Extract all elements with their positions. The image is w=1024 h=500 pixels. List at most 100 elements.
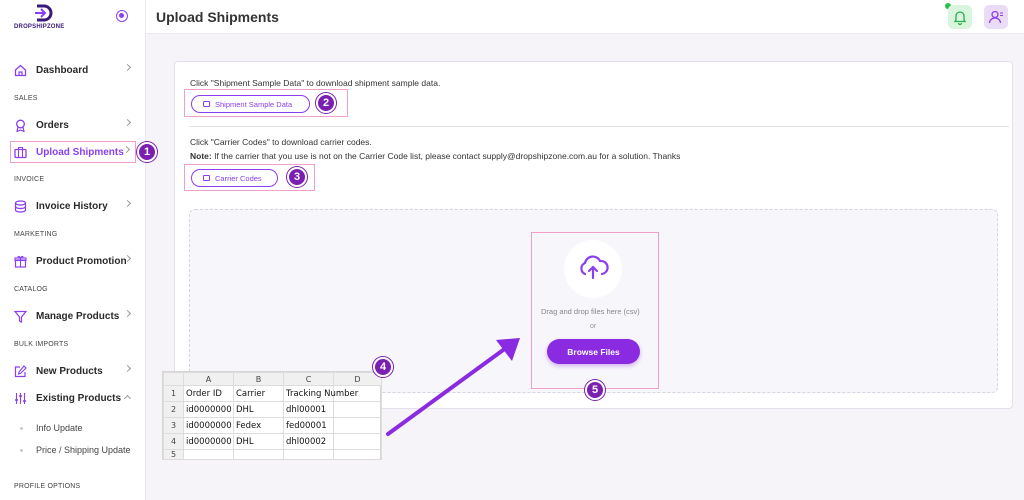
sidebar: DROPSHIPZONE Dashboard SALES Orders Uplo… <box>0 0 157 500</box>
briefcase-icon <box>14 146 27 159</box>
sidebar-item-label: Orders <box>36 119 69 131</box>
spreadsheet-example: A B C D 1 Order ID Carrier Tracking Numb… <box>162 371 382 460</box>
column-header: D <box>333 372 382 386</box>
section-label-profile-options: PROFILE OPTIONS <box>14 483 81 490</box>
chevron-right-icon <box>122 145 131 154</box>
column-header: B <box>233 372 284 386</box>
sidebar-subitem-info-update[interactable]: Info Update <box>20 423 83 433</box>
spreadsheet-cell: fed00001 <box>283 417 334 434</box>
dropzone-text: Drag and drop files here (csv) <box>541 307 640 316</box>
spreadsheet-row: 2 id0000000 DHL dhl00001 <box>163 401 382 418</box>
chevron-right-icon <box>123 199 132 208</box>
sidebar-item-existing-products[interactable]: Existing Products <box>14 388 138 408</box>
section-label-sales: SALES <box>14 95 38 102</box>
spreadsheet-row: 4 id0000000 DHL dhl00002 <box>163 433 382 450</box>
spreadsheet-cell: DHL <box>233 401 284 418</box>
carrier-note: Note: If the carrier that you use is not… <box>190 151 680 161</box>
bell-icon <box>953 11 967 26</box>
carrier-codes-button[interactable]: Carrier Codes <box>191 169 278 187</box>
step-badge-1: 1 <box>137 142 157 162</box>
cloud-upload-icon <box>580 255 609 280</box>
section-divider <box>189 126 1009 127</box>
spreadsheet-cell <box>233 449 284 460</box>
logo-icon <box>35 4 53 22</box>
database-icon <box>14 199 27 213</box>
sidebar-item-orders[interactable]: Orders <box>14 115 138 135</box>
section-label-catalog: CATALOG <box>14 286 48 293</box>
sidebar-subitem-label: Info Update <box>36 423 83 433</box>
home-icon <box>14 64 27 77</box>
step-badge-2: 2 <box>316 93 336 113</box>
row-number: 4 <box>163 433 184 450</box>
chevron-right-icon <box>123 118 132 127</box>
spreadsheet-cell: Order ID <box>183 385 234 402</box>
sidebar-item-dashboard[interactable]: Dashboard <box>14 60 138 80</box>
or-text: or <box>590 323 597 330</box>
bullet-icon <box>20 426 23 430</box>
filter-icon <box>13 310 28 323</box>
section-label-bulk-imports: BULK IMPORTS <box>14 341 69 348</box>
chevron-right-icon <box>123 63 132 72</box>
spreadsheet-cell: id0000000 <box>183 433 234 450</box>
shipment-sample-data-button[interactable]: Shipment Sample Data <box>191 95 310 113</box>
sidebar-item-label: Upload Shipments <box>36 146 124 158</box>
sidebar-item-upload-shipments[interactable]: Upload Shipments <box>10 141 136 163</box>
spreadsheet-row: 1 Order ID Carrier Tracking Number <box>163 385 382 402</box>
sidebar-item-label: Product Promotion <box>36 255 127 267</box>
spreadsheet-header-row: A B C D <box>163 372 382 386</box>
column-header: A <box>183 372 234 386</box>
sidebar-collapse-icon[interactable] <box>116 10 128 22</box>
page-title: Upload Shipments <box>156 9 279 25</box>
row-number: 1 <box>163 385 184 402</box>
step-badge-5: 5 <box>585 380 605 400</box>
sidebar-item-label: Invoice History <box>36 200 108 212</box>
row-number: 5 <box>163 449 184 460</box>
upload-icon-container <box>564 240 622 298</box>
spreadsheet-cell: Fedex <box>233 417 284 434</box>
arrow-annotation <box>386 338 520 436</box>
spreadsheet-cell: id0000000 <box>183 401 234 418</box>
spreadsheet-table: A B C D 1 Order ID Carrier Tracking Numb… <box>163 372 382 460</box>
spreadsheet-row: 3 id0000000 Fedex fed00001 <box>163 417 382 434</box>
spreadsheet-cell: dhl00001 <box>283 401 334 418</box>
spreadsheet-cell: Tracking Number <box>283 385 358 402</box>
sidebar-item-label: New Products <box>36 365 103 377</box>
logo[interactable]: DROPSHIPZONE <box>14 4 74 32</box>
spreadsheet-cell <box>333 449 382 460</box>
topbar: Upload Shipments <box>146 0 1024 34</box>
spreadsheet-cell <box>283 449 334 460</box>
browse-files-button[interactable]: Browse Files <box>547 339 640 364</box>
sidebar-item-new-products[interactable]: New Products <box>14 361 138 381</box>
user-menu-button[interactable] <box>984 5 1008 29</box>
sliders-icon <box>14 392 27 405</box>
spreadsheet-cell: dhl00002 <box>283 433 334 450</box>
notifications-button[interactable] <box>948 5 972 29</box>
section-label-invoice: INVOICE <box>14 176 45 183</box>
bullet-icon <box>20 448 23 452</box>
row-number: 2 <box>163 401 184 418</box>
spreadsheet-cell: id0000000 <box>183 417 234 434</box>
spreadsheet-cell <box>333 433 382 450</box>
download-file-icon <box>203 101 210 107</box>
sidebar-item-manage-products[interactable]: Manage Products <box>13 306 138 326</box>
sidebar-item-invoice-history[interactable]: Invoice History <box>14 196 138 216</box>
button-label: Carrier Codes <box>215 173 262 183</box>
step-badge-4: 4 <box>373 357 393 377</box>
step-badge-3: 3 <box>287 167 307 187</box>
sidebar-item-product-promotion[interactable]: Product Promotion <box>14 251 138 271</box>
brand-name: DROPSHIPZONE <box>14 24 65 30</box>
download-file-icon <box>203 175 210 181</box>
spreadsheet-cell <box>183 449 234 460</box>
sidebar-item-label: Existing Products <box>36 392 122 404</box>
column-header: C <box>283 372 334 386</box>
sample-instruction: Click "Shipment Sample Data" to download… <box>190 78 441 88</box>
spreadsheet-cell: DHL <box>233 433 284 450</box>
sidebar-subitem-label: Price / Shipping Update <box>36 445 131 455</box>
note-text: If the carrier that you use is not on th… <box>211 151 681 161</box>
sidebar-subitem-price-shipping-update[interactable]: Price / Shipping Update <box>20 445 131 455</box>
note-label: Note: <box>190 151 212 161</box>
sidebar-item-label: Dashboard <box>36 64 89 76</box>
chevron-up-icon <box>123 394 132 403</box>
chevron-right-icon <box>123 364 132 373</box>
carrier-instruction: Click "Carrier Codes" to download carrie… <box>190 137 372 147</box>
